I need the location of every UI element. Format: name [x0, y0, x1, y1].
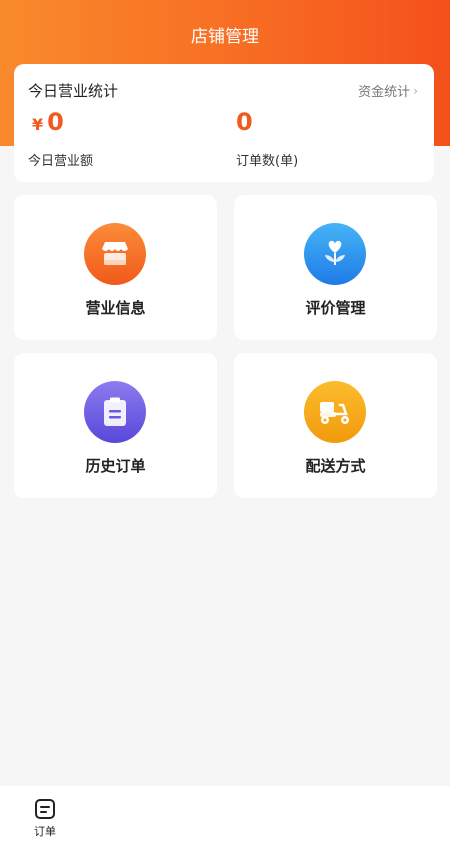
page-title: 店铺管理	[191, 27, 259, 47]
revenue-label: 今日营业额	[28, 154, 94, 169]
store-icon	[84, 223, 146, 285]
revenue-value: ¥0	[32, 108, 64, 136]
tab-orders-label: 订单	[34, 825, 56, 838]
scooter-icon	[304, 381, 366, 443]
tab-orders[interactable]: 订单	[24, 798, 66, 844]
tile-label: 评价管理	[305, 299, 366, 317]
tile-label: 营业信息	[85, 299, 146, 317]
heart-plant-icon	[304, 223, 366, 285]
orders-count: 0	[236, 108, 253, 136]
tile-business-info[interactable]: 营业信息	[14, 195, 217, 340]
tile-review-management[interactable]: 评价管理	[234, 195, 437, 340]
today-stats-card: 今日营业统计 资金统计 › ¥0 今日营业额 0 订单数(单)	[14, 64, 434, 182]
revenue-amount: 0	[47, 108, 64, 136]
stats-title: 今日营业统计	[28, 82, 119, 100]
tile-label: 历史订单	[85, 457, 146, 475]
orders-label: 订单数(单)	[236, 154, 299, 169]
chevron-right-icon: ›	[413, 83, 418, 98]
fund-stats-link[interactable]: 资金统计 ›	[358, 81, 418, 101]
fund-stats-label: 资金统计	[358, 85, 411, 100]
tile-label: 配送方式	[305, 457, 366, 475]
tile-delivery-method[interactable]: 配送方式	[234, 353, 437, 498]
clipboard-icon	[84, 381, 146, 443]
tile-order-history[interactable]: 历史订单	[14, 353, 217, 498]
bottom-tab-bar: 订单	[0, 786, 450, 850]
order-list-icon	[35, 799, 55, 819]
currency-symbol: ¥	[32, 115, 44, 134]
